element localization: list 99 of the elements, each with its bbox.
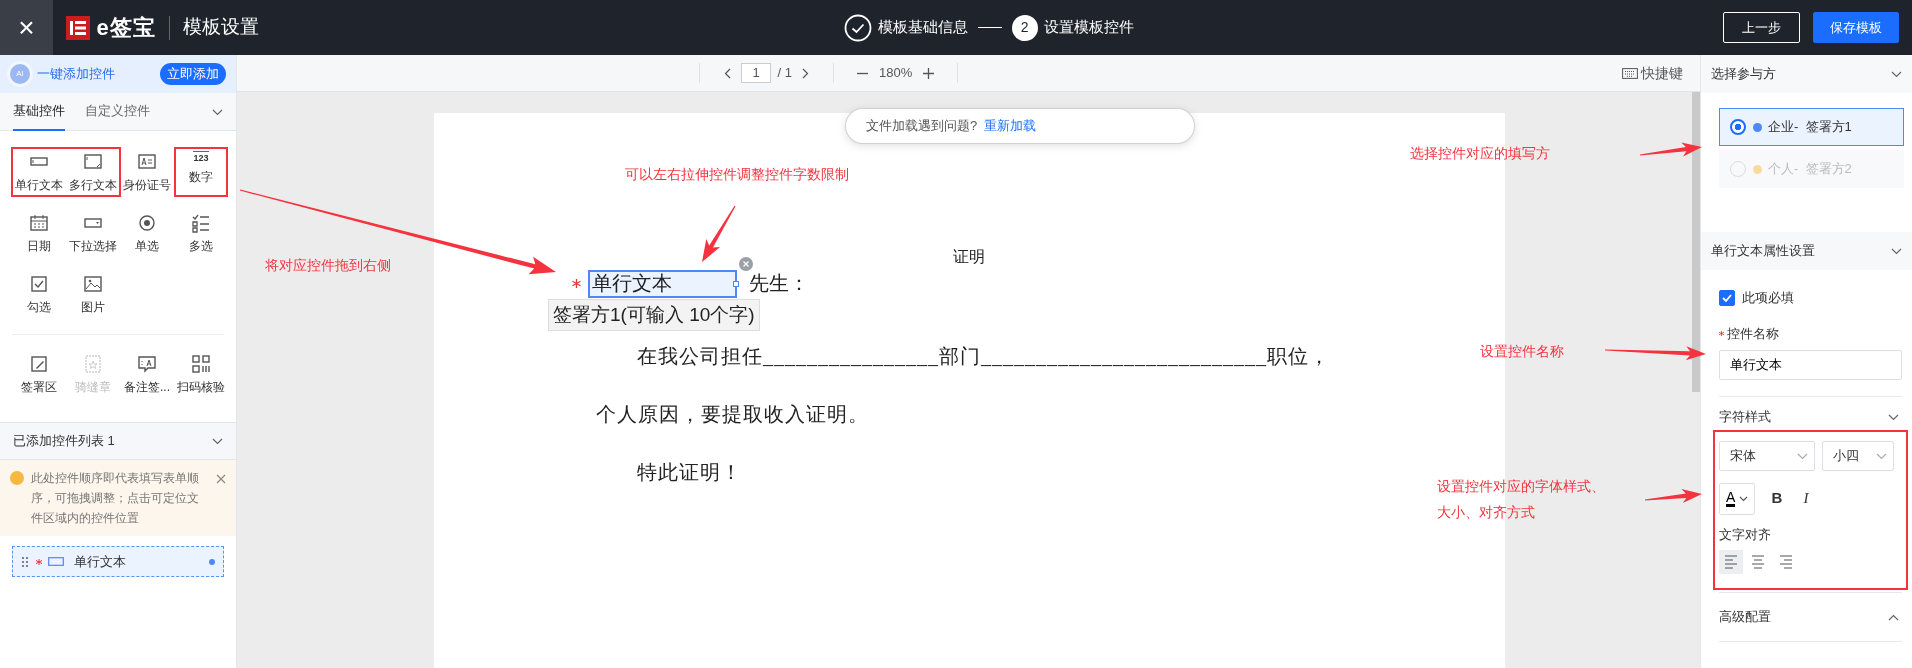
calendar-icon: [28, 212, 50, 234]
page-total: / 1: [777, 64, 792, 83]
remove-icon[interactable]: [738, 257, 753, 271]
chevron-down-icon[interactable]: [1891, 248, 1902, 256]
radio-button[interactable]: [1730, 119, 1746, 135]
pen-icon: [28, 353, 50, 375]
step-label: 设置模板控件: [1044, 17, 1135, 38]
control-item[interactable]: 下拉选择: [68, 212, 118, 255]
ai-badge: AI: [10, 64, 30, 84]
document-text: 先生：: [749, 271, 809, 296]
participant-option[interactable]: 企业- 签署方1: [1719, 108, 1904, 146]
added-control-item[interactable]: 单行文本: [12, 546, 224, 577]
annotation-text: 将对应控件拖到右侧: [265, 256, 391, 275]
section-title: 字符样式: [1719, 408, 1771, 426]
highlight-frame: [174, 147, 228, 197]
close-button[interactable]: ×: [0, 0, 53, 55]
page-input[interactable]: 1: [741, 63, 771, 83]
control-item[interactable]: 多行文本: [68, 151, 118, 194]
field-tooltip: 签署方1(可输入 10个字): [548, 299, 760, 331]
checklist-icon: [190, 212, 212, 234]
step-number: 2: [1011, 14, 1038, 41]
italic-button[interactable]: I: [1799, 487, 1813, 510]
annotation-arrow: [1644, 489, 1702, 504]
image-icon: [82, 273, 104, 295]
participant-option: 个人- 签署方2: [1719, 150, 1904, 188]
font-select[interactable]: 宋体: [1719, 440, 1815, 471]
document-title: 证明: [953, 247, 985, 267]
toast-text: 文件加载遇到问题?: [866, 117, 978, 136]
section-title: 选择参与方: [1711, 65, 1776, 84]
field-label: 控件名称: [1727, 324, 1780, 343]
logo-icon: [66, 15, 90, 40]
checkbox[interactable]: [1719, 289, 1735, 306]
annotation-arrow: [1639, 142, 1702, 157]
reload-link[interactable]: 重新加载: [983, 116, 1036, 136]
step-label: 模板基础信息: [878, 17, 969, 38]
document-paragraph: 特此证明！: [636, 460, 743, 485]
added-control-label: 单行文本: [73, 552, 126, 571]
tab[interactable]: 基础控件: [13, 92, 65, 131]
control-item[interactable]: 备注签...: [122, 353, 172, 396]
shortcut-button[interactable]: 快捷键: [1617, 62, 1687, 84]
annotation-arrow: [702, 205, 736, 262]
bold-button[interactable]: B: [1767, 487, 1787, 510]
field-label: 文字对齐: [1719, 525, 1772, 544]
scrollbar[interactable]: [1692, 92, 1700, 392]
keyboard-icon: [1621, 67, 1638, 79]
control-item[interactable]: 单行文本: [14, 151, 64, 194]
document-paragraph: 个人原因，要提取收入证明。: [596, 402, 870, 427]
ai-text: 一键添加控件: [36, 65, 115, 84]
chevron-down-icon[interactable]: [212, 438, 223, 446]
logo-text: e签宝: [96, 14, 156, 42]
add-now-button[interactable]: 立即添加: [160, 63, 226, 85]
control-item[interactable]: 日期: [14, 212, 64, 255]
comment-icon: [136, 353, 158, 375]
control-item[interactable]: 123 数字: [176, 151, 226, 194]
seal-icon: [82, 353, 104, 375]
annotation-text: 可以左右拉伸控件调整控件字数限制: [625, 165, 849, 184]
text-field-icon: [48, 557, 64, 566]
close-icon[interactable]: [216, 473, 226, 484]
control-item[interactable]: 图片: [68, 273, 118, 316]
chevron-down-icon: [1738, 496, 1748, 503]
chevron-up-icon[interactable]: [1887, 614, 1899, 622]
checkbox-icon: [28, 273, 50, 295]
size-select[interactable]: 小四: [1821, 440, 1894, 471]
document-paragraph: 在我公司担任________________部门__________________________职位，: [636, 344, 1331, 369]
section-title: 已添加控件列表 1: [13, 432, 115, 451]
grid-icon: [190, 353, 212, 375]
chevron-down-icon: [1875, 452, 1887, 460]
notice-text: 此处控件顺序即代表填写表单顺序，可拖拽调整；点击可定位文件区域内的控件位置: [30, 470, 200, 527]
control-item[interactable]: 单选: [122, 212, 172, 255]
control-item[interactable]: 签署区: [14, 353, 64, 396]
chevron-left-icon[interactable]: [723, 67, 731, 79]
chevron-down-icon[interactable]: [212, 108, 223, 116]
annotation-text: 选择控件对应的填写方: [1410, 144, 1550, 163]
control-item[interactable]: 多选: [176, 212, 226, 255]
required-icon: [1719, 330, 1724, 336]
back-button[interactable]: 上一步: [1723, 11, 1800, 44]
info-icon: [10, 471, 24, 485]
section-title: 单行文本属性设置: [1711, 242, 1815, 261]
control-item[interactable]: 身份证号: [122, 151, 172, 194]
control-name-input[interactable]: 单行文本: [1719, 350, 1902, 380]
chevron-down-icon: [1797, 452, 1808, 460]
save-button[interactable]: 保存模板: [1813, 11, 1899, 44]
resize-handle[interactable]: [732, 281, 739, 287]
page-title: 模板设置: [182, 15, 259, 40]
plus-icon[interactable]: [922, 67, 934, 79]
annotation-text: 设置控件名称: [1480, 342, 1564, 361]
font-color-button[interactable]: A: [1719, 482, 1755, 515]
drag-handle-icon[interactable]: [21, 555, 29, 568]
required-checkbox[interactable]: 此项必填: [1719, 288, 1902, 308]
tab[interactable]: 自定义控件: [84, 92, 150, 131]
chevron-down-icon[interactable]: [1887, 414, 1899, 422]
chevron-down-icon[interactable]: [1891, 71, 1902, 79]
section-title: 高级配置: [1719, 608, 1771, 626]
chevron-right-icon[interactable]: [802, 67, 810, 79]
control-item[interactable]: 扫码核验: [176, 353, 226, 396]
zoom-level: 180%: [878, 64, 913, 83]
radio-icon: [136, 212, 158, 234]
control-item[interactable]: 勾选: [14, 273, 64, 316]
annotation-text: 设置控件对应的字体样式、大小、对齐方式: [1437, 477, 1606, 522]
